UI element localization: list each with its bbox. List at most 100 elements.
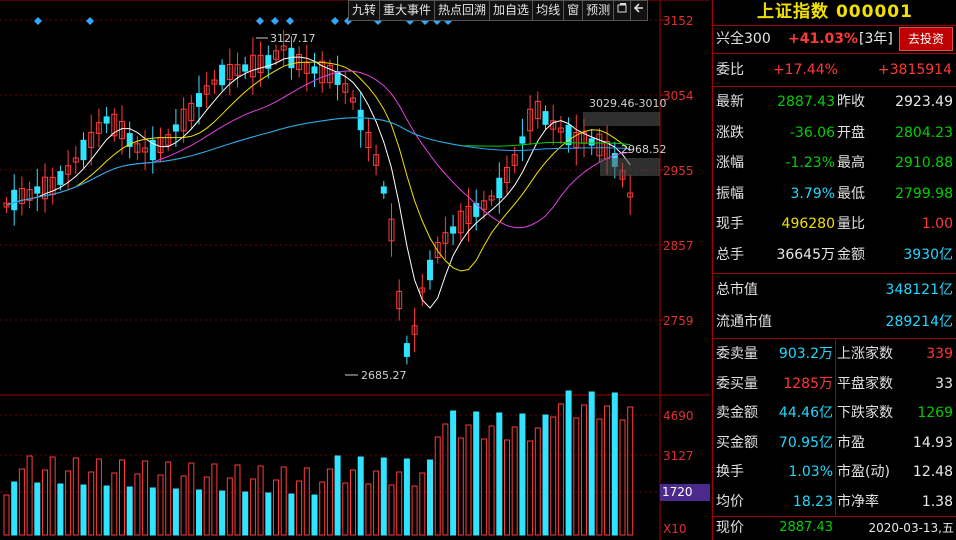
forecast-button[interactable]: 预测 bbox=[582, 0, 615, 21]
ma-line-10 bbox=[6, 61, 631, 272]
volume-bar bbox=[450, 410, 457, 536]
volume-bar bbox=[565, 390, 572, 536]
volume-bar bbox=[334, 455, 341, 536]
market-row: 总市值 348121亿 bbox=[713, 276, 956, 304]
quote-value: 1.00 bbox=[921, 216, 953, 232]
weibi-label: 委比 bbox=[716, 62, 744, 78]
event-diamond-icon bbox=[34, 17, 42, 25]
volume-bar bbox=[596, 418, 603, 536]
fund-label: 兴全300 bbox=[716, 31, 771, 47]
trade-label: 下跌家数 bbox=[837, 405, 893, 421]
quote-label: 金额 bbox=[837, 246, 865, 263]
volume-bar bbox=[265, 492, 272, 536]
volume-bar bbox=[504, 439, 510, 536]
volume-bar bbox=[242, 491, 249, 536]
volume-bar bbox=[427, 459, 433, 536]
trade-value: 70.95亿 bbox=[778, 434, 833, 451]
volume-bar bbox=[403, 458, 410, 536]
volume-bar bbox=[419, 472, 426, 536]
quote-row: 振幅 3.79% 最低 2799.98 bbox=[713, 180, 956, 208]
trade-value: 1285万 bbox=[783, 375, 833, 392]
quote-label: 涨幅 bbox=[716, 155, 744, 171]
quote-label: 现手 bbox=[716, 216, 744, 232]
weibi-pct: +17.44% bbox=[772, 62, 838, 78]
volume-bar bbox=[280, 466, 287, 536]
window-button[interactable]: 窗 bbox=[563, 0, 584, 21]
trade-value: 33 bbox=[935, 375, 953, 392]
trade-value: 1269 bbox=[917, 405, 953, 421]
market-label: 流通市值 bbox=[716, 314, 772, 330]
index-title: 上证指数 000001 bbox=[713, 0, 956, 26]
level-band bbox=[600, 158, 660, 176]
candle bbox=[450, 226, 457, 234]
quote-value: 496280 bbox=[781, 216, 835, 232]
quote-row: 总手 36645万 金额 3930亿 bbox=[713, 241, 956, 269]
trade-value: 1.38 bbox=[921, 493, 953, 510]
quote-value: -36.06 bbox=[789, 124, 835, 141]
fund-return: +41.03% bbox=[788, 31, 859, 47]
quote-value: 2887.43 bbox=[777, 94, 835, 110]
volume-bar bbox=[480, 438, 487, 536]
price-tick-label: 2955 bbox=[663, 164, 694, 178]
volume-bars[interactable] bbox=[3, 390, 634, 536]
footer-row: 现价 2887.43 2020-03-13,五 bbox=[713, 516, 956, 540]
candle bbox=[196, 93, 202, 107]
volume-multiplier: X10 bbox=[663, 522, 687, 536]
trade-label: 平盘家数 bbox=[837, 375, 893, 392]
trade-label: 上涨家数 bbox=[837, 346, 893, 362]
add-watchlist-button[interactable]: 加自选 bbox=[489, 0, 534, 21]
quote-panel: 上证指数 000001 兴全300 +41.03% [3年] 去投资 委比 +1… bbox=[712, 0, 956, 540]
back-arrow-icon[interactable] bbox=[630, 0, 649, 21]
fund-period: [3年] bbox=[859, 31, 893, 47]
quote-value: 2804.23 bbox=[895, 124, 953, 141]
quote-row: 现手 496280 量比 1.00 bbox=[713, 210, 956, 238]
volume-bar bbox=[203, 476, 210, 536]
price-tick-label: 2857 bbox=[663, 239, 694, 253]
trade-label: 市盈 bbox=[837, 434, 865, 451]
quote-row: 涨幅 -1.23% 最高 2910.88 bbox=[713, 149, 956, 177]
market-value: 289214亿 bbox=[885, 314, 953, 330]
volume-bar bbox=[511, 426, 518, 536]
quote-label: 振幅 bbox=[716, 185, 744, 202]
jiuzhuan-button[interactable]: 九转 bbox=[348, 0, 381, 21]
candle bbox=[542, 111, 549, 125]
trade-value: 18.23 bbox=[792, 493, 833, 510]
trade-label: 委买量 bbox=[716, 375, 758, 392]
hotspot-review-button[interactable]: 热点回溯 bbox=[434, 0, 491, 21]
volume-bar bbox=[380, 457, 387, 536]
kline-chart[interactable]: 3152 3054 2955 2857 2759 4690 3127 X10 3… bbox=[0, 0, 710, 540]
trade-label: 均价 bbox=[716, 493, 744, 510]
restore-window-icon[interactable] bbox=[613, 0, 632, 21]
volume-bar bbox=[296, 480, 303, 536]
candle bbox=[80, 139, 87, 161]
trade-label: 市盈(动) bbox=[837, 464, 890, 480]
candlesticks[interactable] bbox=[3, 30, 634, 365]
volume-bar bbox=[219, 490, 226, 536]
quote-value: 2799.98 bbox=[895, 185, 953, 202]
event-diamond-icon bbox=[271, 17, 279, 25]
volume-bar bbox=[611, 392, 618, 536]
footer-date: 2020-03-13,五 bbox=[868, 521, 954, 535]
candle bbox=[34, 186, 41, 194]
candle bbox=[242, 64, 249, 72]
volume-bar bbox=[172, 488, 179, 536]
invest-button[interactable]: 去投资 bbox=[899, 27, 953, 51]
trade-label: 卖金额 bbox=[716, 405, 758, 421]
quote-label: 量比 bbox=[837, 216, 865, 232]
quote-label: 昨收 bbox=[837, 94, 865, 110]
volume-bar bbox=[3, 494, 10, 536]
volume-bar bbox=[42, 469, 48, 536]
weibi-value: +3815914 bbox=[877, 62, 952, 78]
volume-bar bbox=[188, 462, 195, 536]
volume-bar bbox=[496, 412, 503, 536]
volume-bar bbox=[11, 481, 18, 536]
candle bbox=[311, 66, 318, 74]
major-events-button[interactable]: 重大事件 bbox=[379, 0, 436, 21]
volume-bar bbox=[604, 405, 611, 536]
volume-bar bbox=[18, 468, 25, 536]
moving-average-button[interactable]: 均线 bbox=[532, 0, 565, 21]
price-tick-label: 3054 bbox=[663, 89, 694, 103]
price-tick-label: 2759 bbox=[663, 314, 694, 328]
volume-bar bbox=[465, 424, 472, 536]
volume-bar bbox=[126, 486, 133, 536]
